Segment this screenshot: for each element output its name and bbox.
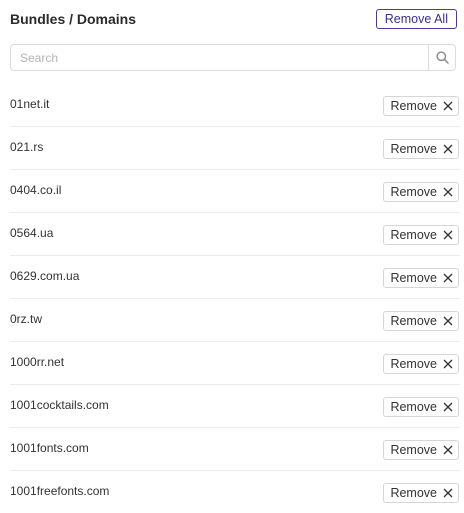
remove-button[interactable]: Remove — [383, 483, 459, 503]
remove-label: Remove — [390, 228, 437, 242]
close-icon — [443, 488, 453, 498]
remove-label: Remove — [390, 400, 437, 414]
remove-button[interactable]: Remove — [383, 225, 459, 245]
remove-button[interactable]: Remove — [383, 96, 459, 116]
domain-label: 1001cocktails.com — [10, 398, 109, 412]
close-icon — [443, 273, 453, 283]
domain-label: 1001freefonts.com — [10, 484, 110, 498]
remove-button[interactable]: Remove — [383, 182, 459, 202]
list-item: 1001fonts.com Remove — [10, 428, 460, 471]
list-item: 021.rs Remove — [10, 127, 460, 170]
close-icon — [443, 402, 453, 412]
close-icon — [443, 445, 453, 455]
domain-label: 0564.ua — [10, 226, 54, 240]
remove-label: Remove — [390, 271, 437, 285]
close-icon — [443, 101, 453, 111]
list-item: 0629.com.ua Remove — [10, 256, 460, 299]
remove-button[interactable]: Remove — [383, 268, 459, 288]
remove-label: Remove — [390, 443, 437, 457]
page-title: Bundles / Domains — [10, 11, 137, 27]
close-icon — [443, 187, 453, 197]
domain-label: 0rz.tw — [10, 312, 43, 326]
domain-label: 0404.co.il — [10, 183, 62, 197]
remove-button[interactable]: Remove — [383, 311, 459, 331]
list-item: 1001cocktails.com Remove — [10, 385, 460, 428]
list-item: 0564.ua Remove — [10, 213, 460, 256]
remove-label: Remove — [390, 185, 437, 199]
list-item: 1000rr.net Remove — [10, 342, 460, 385]
remove-all-button[interactable]: Remove All — [375, 9, 457, 29]
remove-label: Remove — [390, 357, 437, 371]
domain-label: 0629.com.ua — [10, 269, 80, 283]
domain-label: 1001fonts.com — [10, 441, 89, 455]
domain-label: 1000rr.net — [10, 355, 65, 369]
domain-label: 01net.it — [10, 97, 50, 111]
domain-label: 021.rs — [10, 140, 44, 154]
list-item: 0rz.tw Remove — [10, 299, 460, 342]
search-icon — [435, 51, 449, 64]
close-icon — [443, 144, 453, 154]
remove-button[interactable]: Remove — [383, 354, 459, 374]
close-icon — [443, 359, 453, 369]
header: Bundles / Domains Remove All — [10, 8, 457, 30]
list-item: 01net.it Remove — [10, 84, 460, 127]
close-icon — [443, 230, 453, 240]
search-input[interactable] — [11, 45, 429, 70]
remove-label: Remove — [390, 142, 437, 156]
search-button[interactable] — [428, 45, 455, 70]
search-bar — [10, 44, 456, 71]
remove-button[interactable]: Remove — [383, 139, 459, 159]
list-item: 0404.co.il Remove — [10, 170, 460, 213]
domain-list: 01net.it Remove 021.rs Remove 0404.co.il… — [10, 84, 460, 513]
remove-label: Remove — [390, 99, 437, 113]
close-icon — [443, 316, 453, 326]
list-item: 1001freefonts.com Remove — [10, 471, 460, 513]
remove-button[interactable]: Remove — [383, 440, 459, 460]
remove-label: Remove — [390, 314, 437, 328]
remove-button[interactable]: Remove — [383, 397, 459, 417]
remove-label: Remove — [390, 486, 437, 500]
